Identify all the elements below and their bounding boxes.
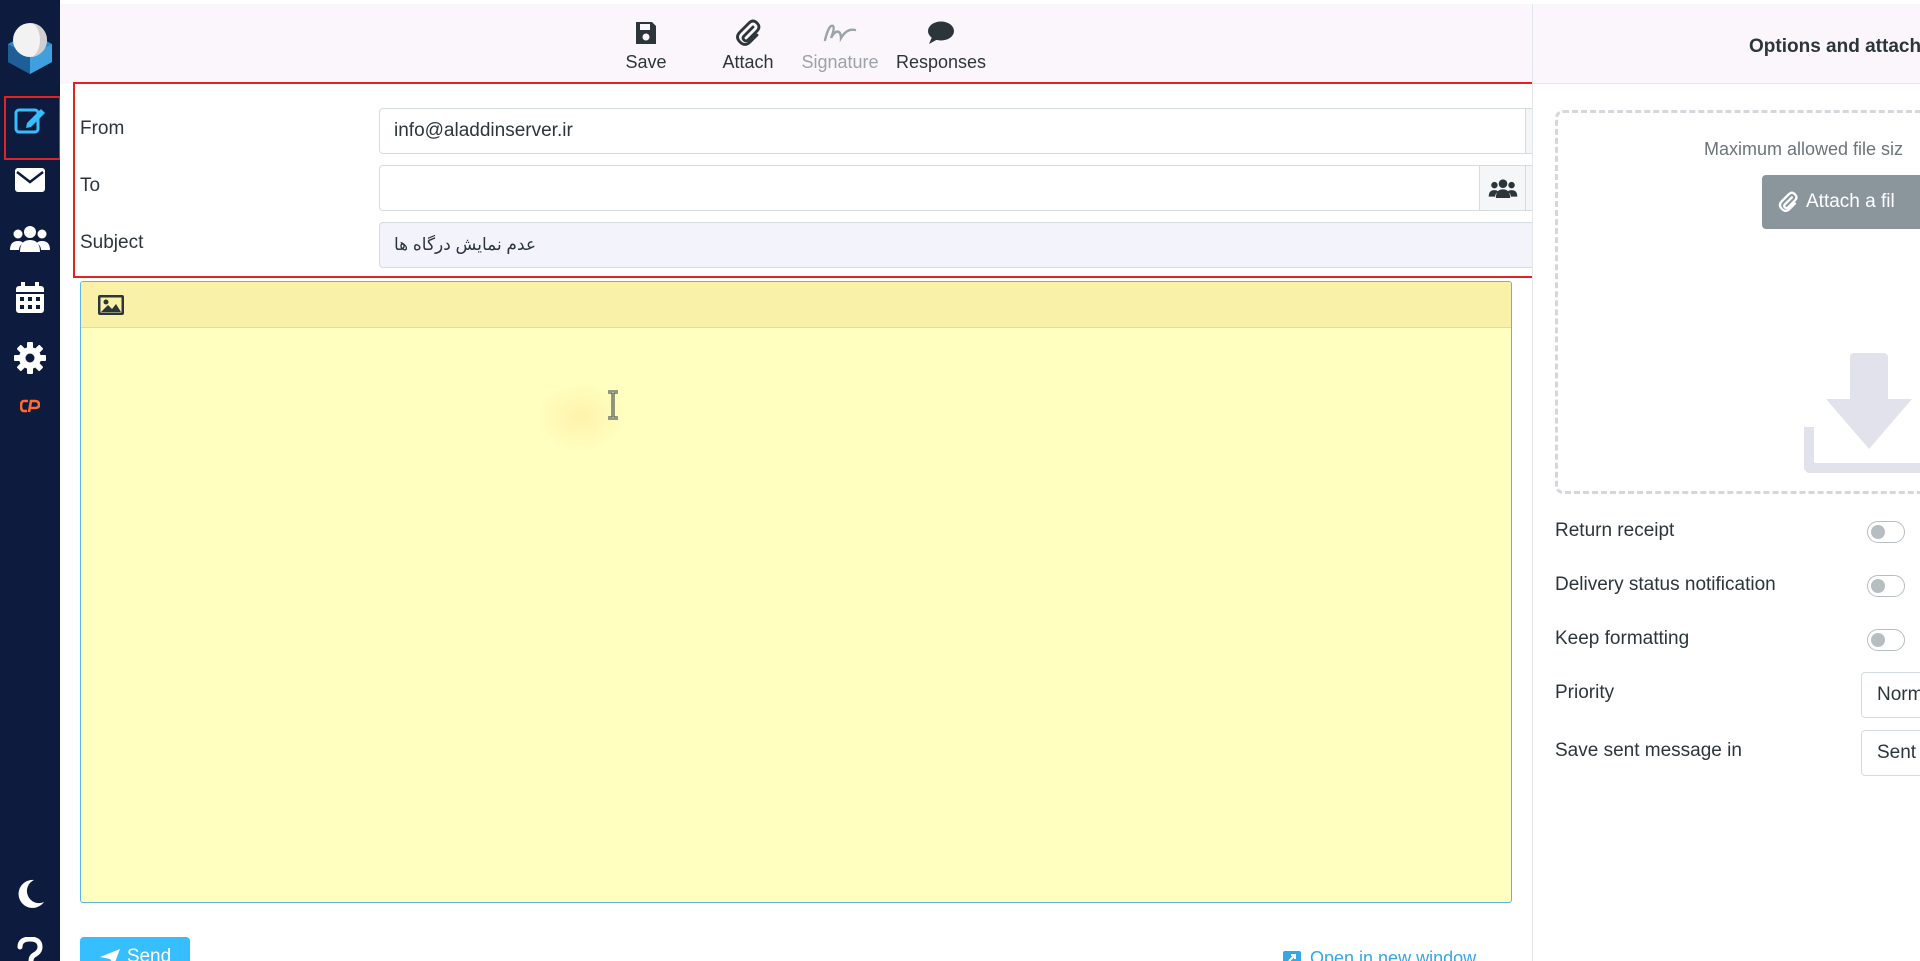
attach-file-button[interactable]: Attach a fil [1762, 175, 1920, 229]
compose-highlight [4, 96, 61, 160]
max-file-size-text: Maximum allowed file siz [1704, 139, 1904, 159]
options-title: Options and attachm [1749, 36, 1920, 57]
keep-formatting-label: Keep formatting [1555, 628, 1690, 649]
options-header: Options and attachm [1533, 4, 1920, 84]
compose-toolbar: Save Attach Signature Responses [60, 4, 1532, 84]
sidebar [0, 0, 61, 961]
priority-value: Norm [1877, 684, 1920, 705]
settings-icon [14, 342, 46, 374]
image-icon [98, 295, 124, 315]
keep-formatting-toggle[interactable] [1867, 629, 1905, 651]
attachment-dropzone[interactable]: Maximum allowed file siz Attach a fil [1555, 110, 1920, 494]
nav-mail[interactable] [0, 154, 60, 206]
nav-cpanel[interactable] [0, 382, 60, 430]
contacts-icon [10, 226, 50, 252]
nav-contacts[interactable] [0, 212, 60, 264]
return-receipt-toggle[interactable] [1867, 521, 1905, 543]
nav-help[interactable] [0, 928, 60, 961]
send-label: Send [126, 946, 172, 961]
editor-toolbar [81, 282, 1511, 328]
open-in-new-window-link[interactable]: Open in new window [1282, 948, 1476, 961]
external-window-icon [1283, 950, 1301, 961]
paperclip-icon [1778, 191, 1798, 212]
save-sent-value: Sent [1877, 742, 1917, 763]
options-panel: Options and attachm Maximum allowed file… [1532, 4, 1920, 961]
save-sent-label: Save sent message in [1555, 740, 1742, 761]
nav-settings[interactable] [0, 332, 60, 384]
save-sent-select[interactable]: Sent [1861, 730, 1920, 776]
priority-select[interactable]: Norm [1861, 672, 1920, 718]
attach-file-label: Attach a fil [1806, 191, 1895, 212]
save-button[interactable]: Save [616, 18, 676, 80]
save-label: Save [625, 52, 667, 72]
app: Save Attach Signature Responses From inf… [0, 0, 1920, 961]
comment-icon [928, 21, 954, 44]
send-icon [99, 949, 120, 961]
open-in-new-window-label: Open in new window [1310, 948, 1477, 961]
calendar-icon [16, 282, 44, 313]
save-icon [636, 22, 656, 44]
delivery-status-toggle[interactable] [1867, 575, 1905, 597]
signature-icon [823, 24, 857, 43]
insert-image-button[interactable] [97, 294, 125, 316]
priority-label: Priority [1555, 682, 1615, 703]
delivery-status-label: Delivery status notification [1555, 574, 1776, 595]
return-receipt-label: Return receipt [1555, 520, 1675, 541]
cpanel-icon [20, 399, 40, 413]
attach-label: Attach [722, 52, 774, 72]
roundcube-logo[interactable] [4, 18, 56, 74]
help-icon [17, 937, 43, 961]
headers-highlight [73, 82, 1539, 278]
message-editor[interactable] [80, 281, 1512, 903]
mail-icon [15, 168, 45, 192]
dark-mode-icon [18, 879, 44, 908]
nav-dark-mode[interactable] [0, 868, 60, 920]
paperclip-icon [736, 19, 761, 46]
download-icon [1804, 353, 1920, 473]
attach-button[interactable]: Attach [706, 18, 790, 80]
responses-button[interactable]: Responses [874, 18, 1008, 80]
responses-label: Responses [895, 52, 987, 72]
nav-calendar[interactable] [0, 272, 60, 324]
text-cursor-icon [608, 390, 618, 420]
send-button[interactable]: Send [80, 937, 190, 961]
